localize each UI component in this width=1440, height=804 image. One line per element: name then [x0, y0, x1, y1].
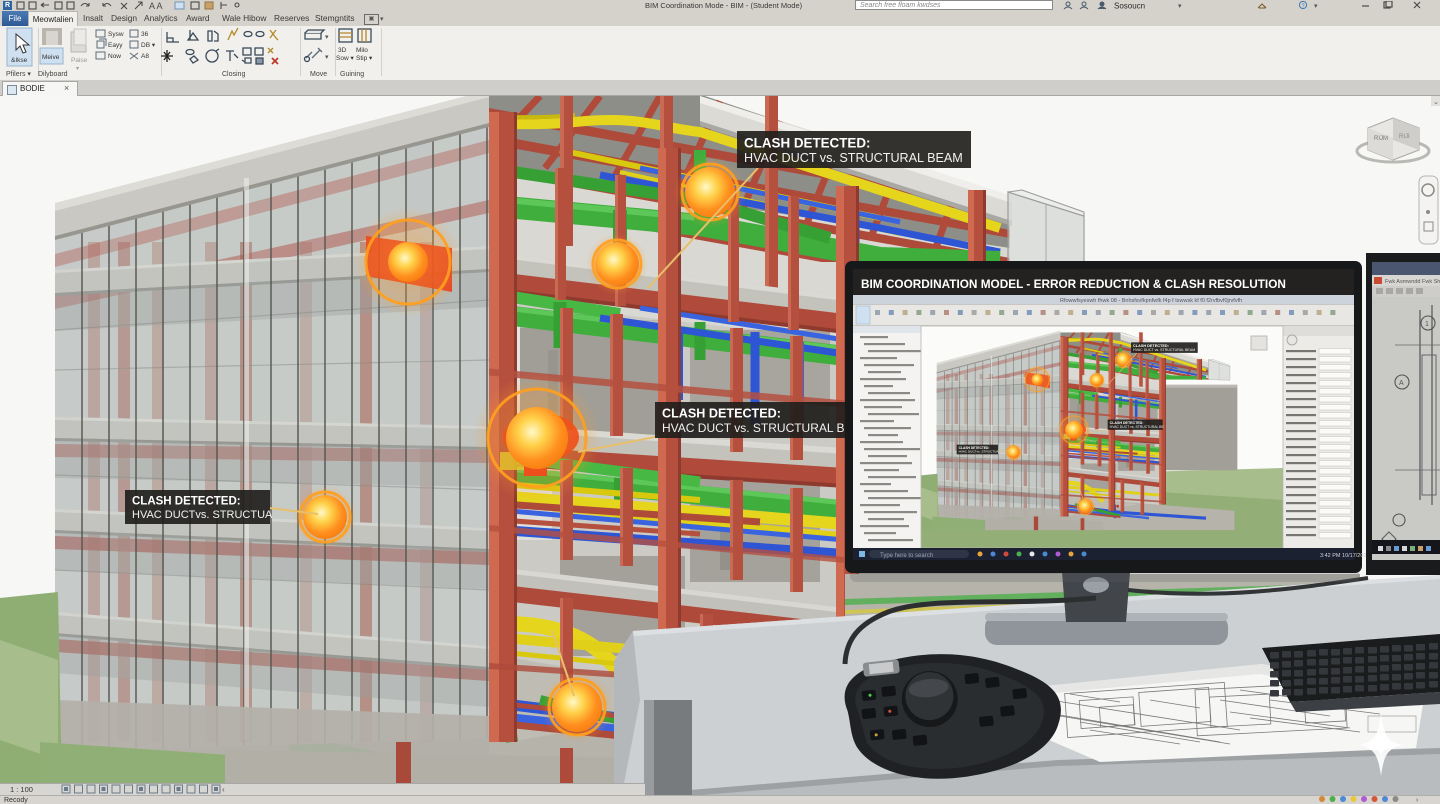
svg-text:3:42 PM 10/17/2023: 3:42 PM 10/17/2023	[1320, 553, 1370, 559]
svg-text:Sow ▾: Sow ▾	[336, 55, 354, 62]
svg-text:Meive: Meive	[42, 54, 60, 61]
svg-text:RIJI: RIJI	[1399, 134, 1410, 140]
svg-text:Sysw: Sysw	[108, 31, 124, 38]
svg-text:Type here to search: Type here to search	[880, 553, 933, 559]
svg-text:Paise: Paise	[71, 57, 88, 64]
svg-text:Rfowwfsyeswh fhwk 08 - Bnhsfsv: Rfowwfsyeswh fhwk 08 - Bnhsfsvfkpnfwfk f…	[1060, 298, 1242, 304]
svg-text:Pfilers ▾: Pfilers ▾	[6, 71, 31, 78]
svg-text:DB ▾: DB ▾	[141, 42, 156, 49]
svg-text:3D: 3D	[338, 47, 347, 54]
svg-text:Recody: Recody	[4, 797, 28, 804]
svg-text:Now: Now	[108, 53, 121, 60]
svg-text:▾: ▾	[76, 66, 79, 72]
svg-text:36: 36	[141, 31, 149, 38]
svg-text:A A: A A	[149, 1, 163, 10]
svg-text:▾: ▾	[1314, 3, 1318, 10]
svg-text:A8: A8	[141, 53, 149, 60]
svg-text:?: ?	[1302, 4, 1305, 10]
svg-text:▾: ▾	[1178, 3, 1182, 10]
svg-text:Milo: Milo	[356, 47, 368, 54]
svg-text:Eayy: Eayy	[108, 42, 123, 49]
svg-text:Fwk Asmwndd Fwk Shqw: Fwk Asmwndd Fwk Shqw	[1385, 279, 1440, 285]
svg-text:Sosoucn: Sosoucn	[1114, 2, 1145, 11]
svg-text:BIM COORDINATION MODEL - ERROR: BIM COORDINATION MODEL - ERROR REDUCTION…	[861, 277, 1286, 291]
svg-text:Move: Move	[310, 71, 327, 78]
svg-text:Stip ▾: Stip ▾	[356, 55, 373, 62]
svg-text:Closing: Closing	[222, 71, 245, 78]
svg-text:&Ikse: &Ikse	[11, 57, 28, 64]
svg-text:Guining: Guining	[340, 71, 364, 78]
svg-text:⌄: ⌄	[1433, 99, 1439, 106]
svg-text:‹: ‹	[222, 785, 225, 794]
svg-text:1 : 100: 1 : 100	[10, 785, 33, 794]
svg-text:1: 1	[1425, 321, 1429, 328]
svg-text:RIJM: RIJM	[1374, 136, 1388, 142]
svg-text:▾: ▾	[325, 54, 329, 61]
svg-text:▾: ▾	[325, 34, 329, 41]
svg-text:Dilyboard: Dilyboard	[38, 71, 68, 78]
svg-text:A: A	[1399, 380, 1404, 387]
